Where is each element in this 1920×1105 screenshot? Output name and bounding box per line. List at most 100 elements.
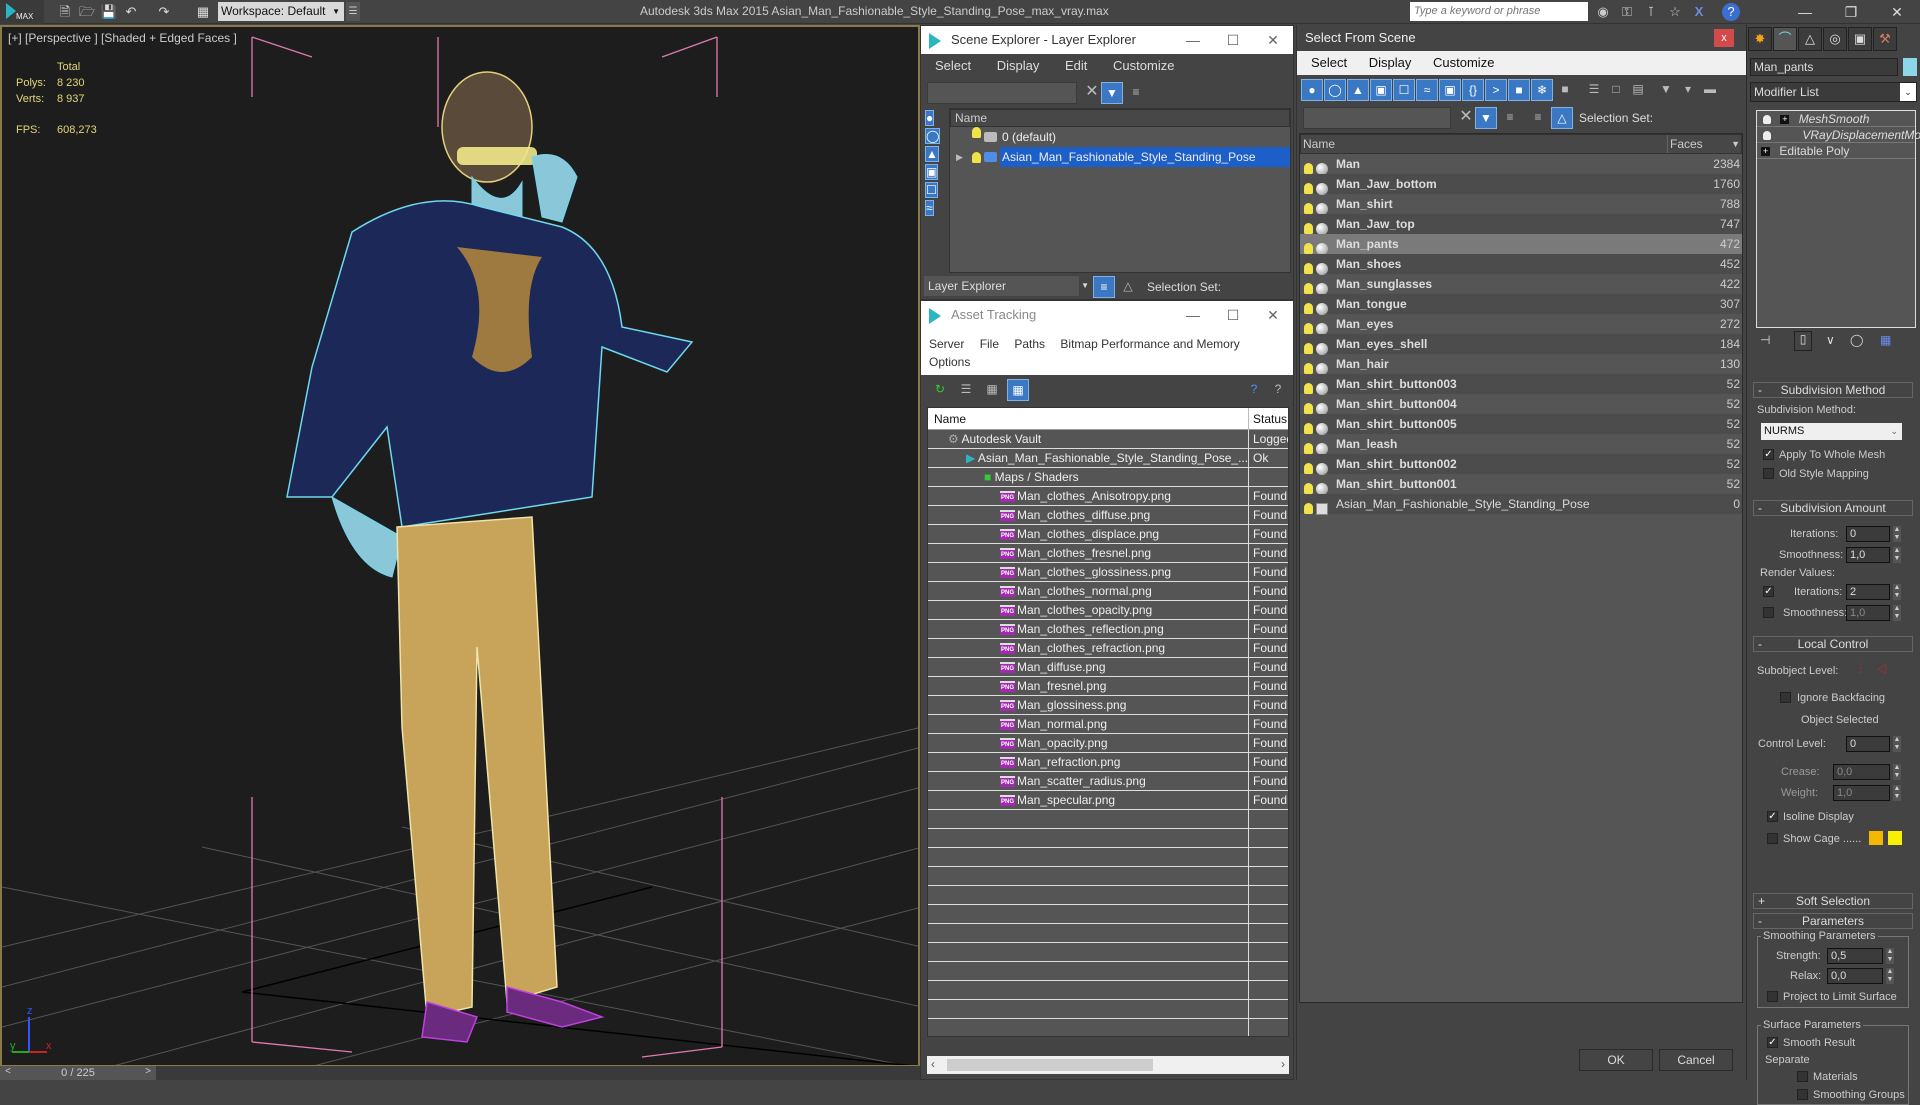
object-row[interactable]: Man_shirt_button004 52 [1300,394,1742,415]
asset-row[interactable]: PNG Man_glossiness.png Found [928,696,1288,715]
hierarchy-tab-icon[interactable]: △ [1798,27,1822,51]
object-row[interactable]: Asian_Man_Fashionable_Style_Standing_Pos… [1300,494,1742,515]
binoculars-icon[interactable]: ◉ [1594,3,1612,21]
undo-icon[interactable]: ↶ [122,3,140,21]
visibility-bulb-icon[interactable] [1304,423,1313,435]
column-header-name[interactable]: Name [934,408,966,430]
pin-stack-icon[interactable]: ⊣ [1760,333,1770,347]
make-unique-icon[interactable]: ∨ [1826,333,1835,347]
satellite-icon[interactable]: ⊺ [1642,3,1660,21]
key-icon[interactable]: ⚿ [1618,3,1636,21]
geometry-filter-icon[interactable]: ● [1301,79,1323,101]
materials-checkbox[interactable] [1797,1071,1808,1082]
asset-row[interactable]: PNG Man_fresnel.png Found [928,677,1288,696]
close-button[interactable]: ✕ [1253,26,1293,54]
object-row[interactable]: Man_shoes 452 [1300,254,1742,275]
stack-item-vraydisplacementmod[interactable]: VRayDisplacementMod [1757,127,1920,143]
lights-filter-icon[interactable]: ▲ [1347,79,1369,101]
edge-subobject-icon[interactable]: ◁ [1877,661,1886,675]
shapes-filter-icon[interactable]: ◯ [925,128,941,144]
column-header-status[interactable]: Status [1248,408,1287,430]
relax-spinner[interactable]: 0,0 [1827,968,1883,984]
table-view-icon[interactable]: ▦ [1007,379,1029,401]
rollout-local-control[interactable]: - Local Control [1753,636,1913,652]
show-end-result-icon[interactable]: ▯ [1794,331,1812,351]
menu-edit[interactable]: Edit [1065,58,1087,73]
bones-filter-icon[interactable]: > [1485,79,1507,101]
cage-color-swatch[interactable] [1869,831,1883,845]
visibility-bulb-icon[interactable] [1304,203,1313,215]
asset-row[interactable]: PNG Man_clothes_opacity.png Found [928,601,1288,620]
menu-server[interactable]: Server [929,337,964,351]
motion-tab-icon[interactable]: ◎ [1823,27,1847,51]
asset-row[interactable]: PNG Man_clothes_diffuse.png Found [928,506,1288,525]
groups-filter-icon[interactable]: ▣ [1439,79,1461,101]
list-view-icon[interactable]: ☰ [955,379,977,401]
viewport-label-menu[interactable]: [+] [Perspective ] [Shaded + Edged Faces… [8,31,237,45]
asset-row[interactable]: PNG Man_normal.png Found [928,715,1288,734]
cameras-filter-icon[interactable]: ▣ [1370,79,1392,101]
visibility-bulb-icon[interactable] [1304,403,1313,415]
app-menu-button[interactable]: MAX [0,0,44,24]
expand-plus-icon[interactable]: + [1761,147,1770,157]
spacewarps-filter-icon[interactable]: ≈ [925,200,934,216]
spacewarps-filter-icon[interactable]: ≈ [1416,79,1438,101]
create-tab-icon[interactable]: ✸ [1748,27,1772,51]
project-icon[interactable]: ▦ [194,3,212,21]
spinner-arrows-icon[interactable]: ▲ ▼ [1893,785,1901,801]
xrefs-filter-icon[interactable]: {} [1462,79,1484,101]
asset-row[interactable]: PNG Man_clothes_displace.png Found [928,525,1288,544]
render-iterations-checkbox[interactable]: ✓ [1763,586,1774,597]
open-file-icon[interactable]: 🗁 [78,3,96,21]
ignore-backfacing-checkbox[interactable] [1780,692,1791,703]
menu-select[interactable]: Select [935,58,971,73]
object-row[interactable]: Man_shirt_button002 52 [1300,454,1742,475]
isoline-display-checkbox[interactable]: ✓ [1767,811,1778,822]
layer-filter-icon[interactable]: ▬ [1699,79,1721,101]
spinner-arrows-icon[interactable]: ▲ ▼ [1893,605,1901,621]
light-bulb-icon[interactable] [1763,115,1771,125]
menu-display[interactable]: Display [1369,55,1412,70]
visibility-bulb-icon[interactable] [1304,303,1313,315]
visibility-bulb-icon[interactable] [1304,263,1313,275]
menu-customize[interactable]: Customize [1113,58,1174,73]
minimize-button[interactable]: — [1782,0,1828,24]
object-row[interactable]: Man_hair 130 [1300,354,1742,375]
filter-options-icon[interactable]: ▾ [1677,79,1699,101]
maximize-button[interactable]: ☐ [1213,301,1253,329]
restore-button[interactable]: ❐ [1828,0,1874,24]
expand-plus-icon[interactable]: + [1780,115,1790,125]
redo-icon[interactable]: ↷ [155,3,173,21]
configure-modifier-sets-icon[interactable]: ▦ [1880,333,1891,347]
menu-options[interactable]: Options [929,355,970,369]
asset-row[interactable]: PNG Man_clothes_Anisotropy.png Found [928,487,1288,506]
spinner-arrows-icon[interactable]: ▲ ▼ [1893,764,1901,780]
object-row-selected[interactable]: Man_pants 472 [1300,234,1742,255]
object-row[interactable]: Man_shirt_button003 52 [1300,374,1742,395]
x-icon[interactable]: X [1690,3,1708,21]
scroll-right-icon[interactable]: › [1281,1057,1285,1071]
column-header-name[interactable]: Name [1303,135,1335,153]
asset-row[interactable]: PNG Man_clothes_fresnel.png Found [928,544,1288,563]
spinner-arrows-icon[interactable]: ▲ ▼ [1893,526,1901,542]
menu-select[interactable]: Select [1311,55,1347,70]
find-input[interactable] [927,82,1077,104]
helpers-filter-icon[interactable]: ☐ [1393,79,1415,101]
object-color-swatch[interactable] [1903,58,1917,76]
find-input[interactable] [1303,107,1451,129]
frozen-filter-icon[interactable]: ❄ [1531,79,1553,101]
object-row[interactable]: Man 2384 [1300,154,1742,175]
iterations-spinner[interactable]: 0 [1846,526,1890,542]
layers-settings-icon[interactable]: ≡ [1499,107,1521,129]
utilities-tab-icon[interactable]: ⚒ [1873,27,1897,51]
visibility-bulb-icon[interactable] [1304,223,1313,235]
scroll-left-icon[interactable]: ‹ [931,1057,935,1071]
scene-explorer-titlebar[interactable]: Scene Explorer - Layer Explorer — ☐ ✕ [921,26,1293,54]
asset-row[interactable]: PNG Man_opacity.png Found [928,734,1288,753]
time-next-button[interactable]: > [140,1066,156,1080]
display-invert-icon[interactable]: ▤ [1627,79,1649,101]
visibility-bulb-icon[interactable] [1304,283,1313,295]
visibility-bulb-icon[interactable] [1304,343,1313,355]
visibility-bulb-icon[interactable] [1304,503,1313,515]
display-all-icon[interactable]: ☰ [1583,79,1605,101]
